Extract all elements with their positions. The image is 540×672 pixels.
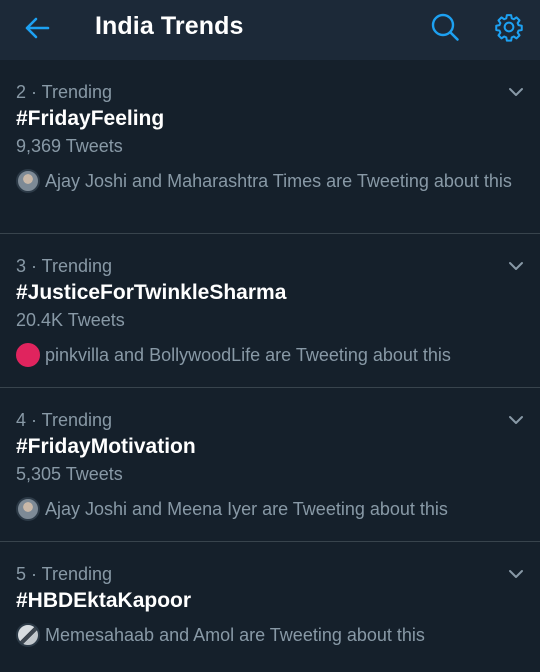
trend-options-button[interactable] [504,408,528,432]
trend-hashtag: #HBDEktaKapoor [16,589,192,612]
tweeters-text: pinkvilla and BollywoodLife are Tweeting… [45,345,451,365]
trend-hashtag: #JusticeForTwinkleSharma [16,281,287,304]
trend-rank: 3 · Trending [16,256,113,276]
tweeters-text: Ajay Joshi and Meena Iyer are Tweeting a… [45,499,448,519]
avatar [16,497,40,521]
page-title: India Trends [95,12,244,40]
trend-rank: 5 · Trending [16,564,113,584]
tweet-count: 20.4K Tweets [16,310,125,330]
tweeting-about: Memesahaab and Amol are Tweeting about t… [16,623,540,663]
back-button[interactable] [22,13,52,43]
chevron-down-icon [509,570,523,578]
tweeting-about: pinkvilla and BollywoodLife are Tweeting… [16,343,540,383]
trend-item[interactable]: 5 · Trending #HBDEktaKapoor Memesahaab a… [0,542,540,672]
avatar [16,623,40,647]
trend-options-button[interactable] [504,80,528,104]
gear-icon [495,14,523,42]
trend-hashtag: #FridayFeeling [16,107,165,130]
arrow-left-icon [25,17,50,39]
top-app-bar: India Trends [0,0,540,60]
tweeters-text: Ajay Joshi and Maharashtra Times are Twe… [45,171,512,191]
tweet-count: 9,369 Tweets [16,136,123,156]
tweeting-about: Ajay Joshi and Maharashtra Times are Twe… [16,169,540,209]
trend-options-button[interactable] [504,562,528,586]
chevron-down-icon [509,88,523,96]
chevron-down-icon [509,416,523,424]
trend-hashtag: #FridayMotivation [16,435,196,458]
search-button[interactable] [429,11,461,43]
trend-item[interactable]: 3 · Trending #JusticeForTwinkleSharma 20… [0,234,540,388]
tweeters-text: Memesahaab and Amol are Tweeting about t… [45,625,425,645]
trends-list: 2 · Trending #FridayFeeling 9,369 Tweets… [0,60,540,672]
trend-rank: 2 · Trending [16,82,113,102]
tweeting-about: Ajay Joshi and Meena Iyer are Tweeting a… [16,497,540,537]
chevron-down-icon [509,262,523,270]
avatar [16,343,40,367]
tweet-count: 5,305 Tweets [16,464,123,484]
trend-options-button[interactable] [504,254,528,278]
trend-item[interactable]: 4 · Trending #FridayMotivation 5,305 Twe… [0,388,540,542]
avatar [16,169,40,193]
trend-rank: 4 · Trending [16,410,113,430]
settings-button[interactable] [493,11,525,43]
trend-item[interactable]: 2 · Trending #FridayFeeling 9,369 Tweets… [0,60,540,234]
search-icon [431,13,459,41]
